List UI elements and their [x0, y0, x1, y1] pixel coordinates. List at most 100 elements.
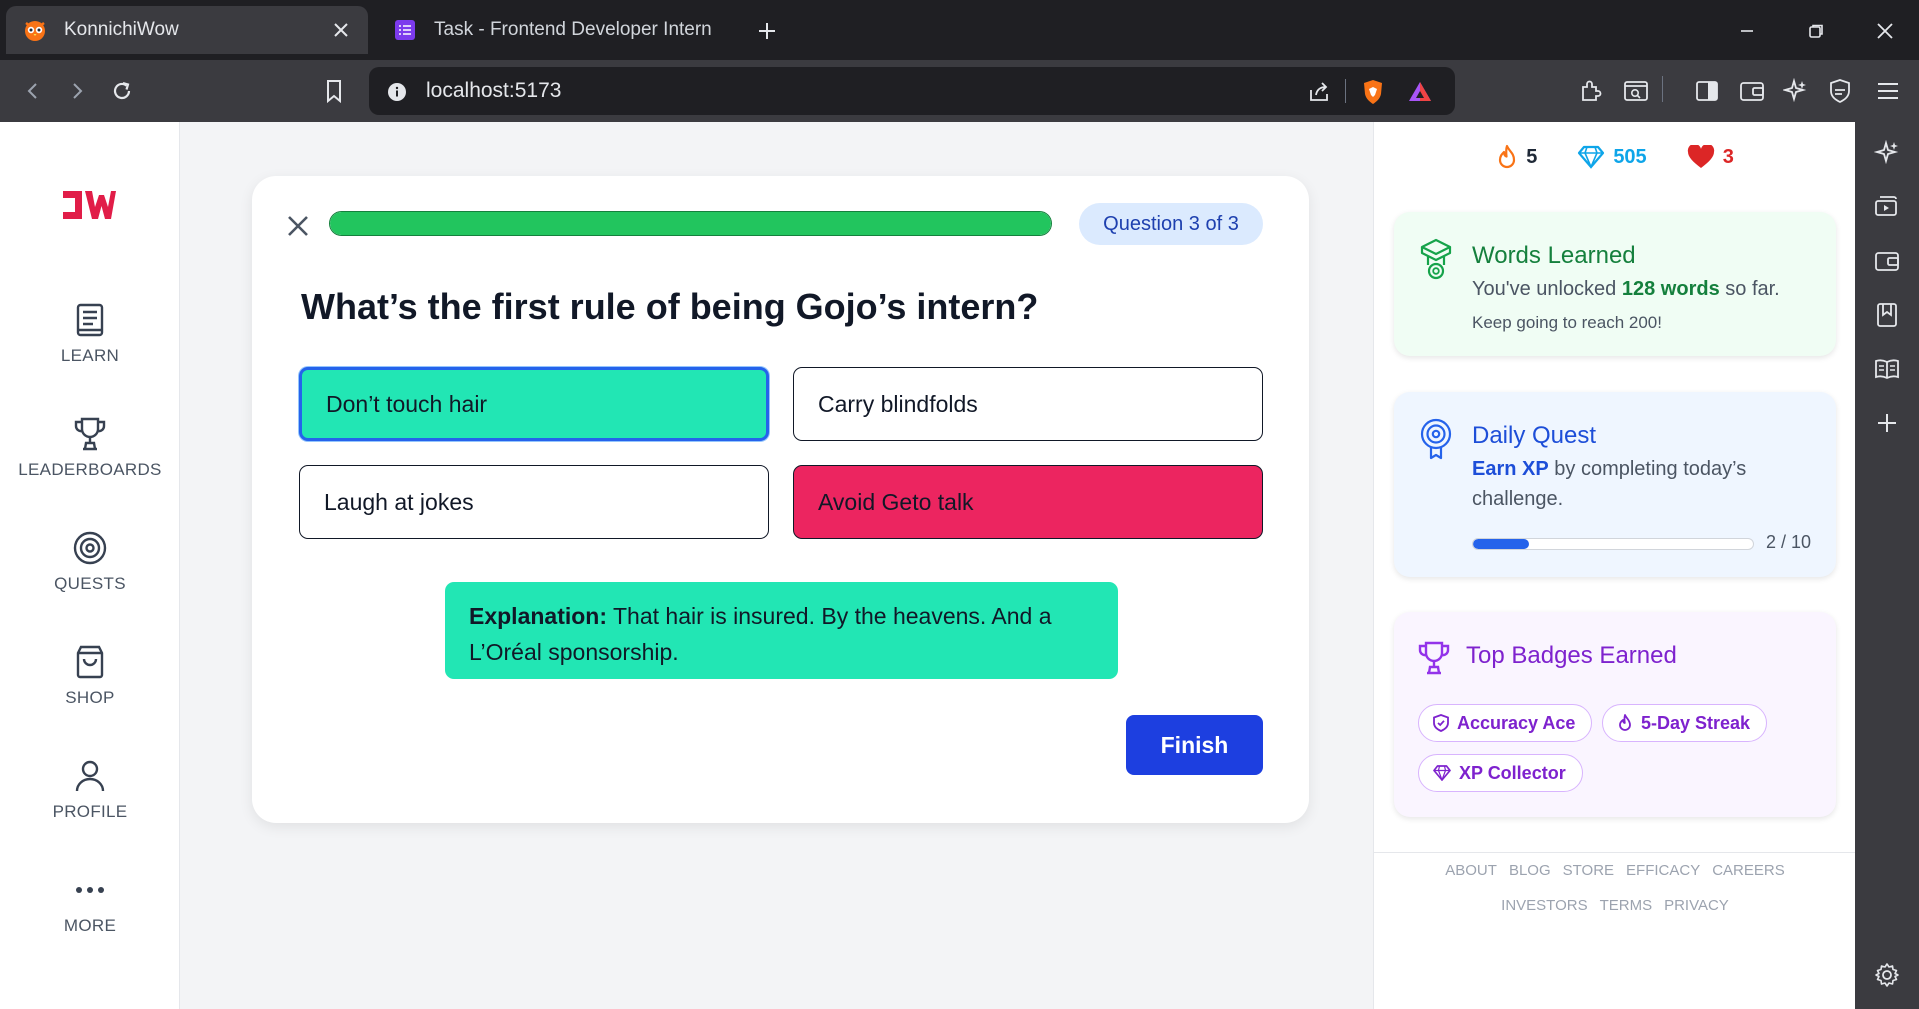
answer-option-label: Laugh at jokes [324, 488, 474, 515]
close-window-icon[interactable] [1868, 14, 1902, 48]
reading-list-icon[interactable] [1872, 354, 1902, 384]
close-quiz-icon[interactable] [280, 208, 316, 244]
back-icon[interactable] [17, 75, 49, 107]
tab-title: Task - Frontend Developer Intern [434, 19, 712, 40]
badge-label: XP Collector [1459, 762, 1566, 783]
document-favicon-icon [392, 17, 418, 43]
reload-icon[interactable] [106, 75, 138, 107]
bookmarks-icon[interactable] [1872, 300, 1902, 330]
share-icon[interactable] [1304, 77, 1334, 107]
nav-label-profile: PROFILE [52, 802, 128, 821]
nav-label-leaderboards: LEADERBOARDS [18, 460, 162, 479]
screenshot-icon[interactable] [1620, 75, 1652, 107]
badge-xp-collector[interactable]: XP Collector [1418, 754, 1583, 792]
streak-stat[interactable]: 5 [1496, 144, 1537, 170]
settings-gear-icon[interactable] [1872, 960, 1902, 990]
wallet-icon[interactable] [1872, 246, 1902, 276]
top-badges-card: Top Badges Earned Accuracy Ace 5-Day Str… [1394, 612, 1836, 817]
words-text-post: so far. [1719, 278, 1780, 300]
media-icon[interactable] [1872, 192, 1902, 222]
trophy-icon [70, 414, 110, 454]
answer-option[interactable]: Don’t touch hair [299, 367, 769, 441]
footer-link-store[interactable]: STORE [1563, 862, 1614, 879]
footer-links-row1: ABOUT BLOG STORE EFFICACY CAREERS [1374, 862, 1856, 879]
tab-konnichiwow[interactable]: KonnichiWow [6, 6, 368, 54]
badge-label: 5-Day Streak [1641, 712, 1751, 733]
rewards-triangle-icon[interactable] [1405, 77, 1435, 107]
shopping-bag-icon [70, 642, 110, 682]
flame-icon [1496, 144, 1518, 170]
footer-link-privacy[interactable]: PRIVACY [1664, 897, 1729, 914]
toolbar-separator [1662, 76, 1663, 102]
gems-stat[interactable]: 505 [1577, 144, 1647, 170]
app-sidebar: LEARN LEADERBOARDS QUESTS SHOP PROFILE M… [0, 122, 180, 1009]
quest-progress-label: 2 / 10 [1766, 532, 1812, 552]
minimize-icon[interactable] [1730, 14, 1764, 48]
footer-link-about[interactable]: ABOUT [1445, 862, 1497, 879]
nav-item-profile[interactable]: PROFILE [0, 756, 180, 822]
vpn-shield-icon[interactable] [1824, 75, 1856, 107]
add-panel-icon[interactable] [1872, 408, 1902, 438]
answer-option[interactable]: Laugh at jokes [299, 465, 769, 539]
words-learned-text: You've unlocked 128 words so far. [1472, 274, 1780, 304]
hearts-count: 3 [1722, 145, 1734, 168]
words-text-pre: You've unlocked [1472, 278, 1622, 300]
words-learned-card: Words Learned You've unlocked 128 words … [1394, 212, 1836, 356]
book-icon [70, 300, 110, 340]
hearts-stat[interactable]: 3 [1687, 144, 1734, 170]
menu-icon[interactable] [1872, 75, 1904, 107]
quiz-card: Question 3 of 3 What’s the first rule of… [252, 176, 1309, 823]
target-icon [70, 528, 110, 568]
new-tab-button[interactable] [752, 16, 782, 46]
footer-link-terms[interactable]: TERMS [1600, 897, 1653, 914]
forward-icon[interactable] [61, 75, 93, 107]
answer-option[interactable]: Avoid Geto talk [793, 465, 1263, 539]
heart-icon [1687, 145, 1715, 169]
footer-link-efficacy[interactable]: EFFICACY [1626, 862, 1700, 879]
footer-divider [1374, 852, 1856, 853]
close-tab-icon[interactable] [330, 19, 352, 41]
address-bar[interactable]: localhost:5173 [369, 67, 1455, 115]
tab-title: KonnichiWow [64, 19, 179, 40]
words-count: 128 words [1621, 278, 1720, 300]
quest-progress-bar [1472, 538, 1754, 550]
nav-item-shop[interactable]: SHOP [0, 642, 180, 708]
badge-5-day-streak[interactable]: 5-Day Streak [1602, 704, 1768, 742]
daily-quest-card: Daily Quest Earn XP by completing today’… [1394, 392, 1836, 577]
omnibox-separator [1345, 79, 1346, 103]
tab-task[interactable]: Task - Frontend Developer Intern [376, 6, 740, 54]
answer-option-label: Don’t touch hair [326, 390, 488, 417]
answer-option-label: Avoid Geto talk [818, 488, 974, 515]
site-info-icon[interactable] [382, 77, 412, 107]
footer-link-investors[interactable]: INVESTORS [1501, 897, 1587, 914]
leo-ai-icon[interactable] [1780, 75, 1812, 107]
nav-item-quests[interactable]: QUESTS [0, 528, 180, 594]
quiz-progress-fill [330, 212, 1051, 235]
question-text: What’s the first rule of being Gojo’s in… [301, 286, 1039, 327]
nav-label-quests: QUESTS [54, 574, 126, 593]
extensions-icon[interactable] [1575, 75, 1607, 107]
browser-sidebar [1855, 122, 1919, 1009]
wallet-icon[interactable] [1736, 75, 1768, 107]
nav-item-learn[interactable]: LEARN [0, 300, 180, 366]
footer-link-blog[interactable]: BLOG [1509, 862, 1551, 879]
nav-label-shop: SHOP [65, 688, 115, 707]
streak-count: 5 [1526, 145, 1538, 168]
bookmark-icon[interactable] [318, 75, 350, 107]
leo-sparkle-icon[interactable] [1872, 138, 1902, 168]
nav-item-leaderboards[interactable]: LEADERBOARDS [0, 414, 180, 480]
quiz-progress-bar [329, 211, 1052, 236]
sidebar-toggle-icon[interactable] [1691, 75, 1723, 107]
footer-link-careers[interactable]: CAREERS [1712, 862, 1785, 879]
answer-option[interactable]: Carry blindfolds [793, 367, 1263, 441]
stats-bar: 5 505 3 [1374, 144, 1856, 170]
brave-shield-icon[interactable] [1358, 77, 1388, 107]
nav-label-learn: LEARN [60, 346, 120, 365]
finish-button[interactable]: Finish [1126, 715, 1263, 775]
restore-icon[interactable] [1799, 14, 1833, 48]
app-logo[interactable] [60, 187, 118, 223]
nav-item-more[interactable]: MORE [0, 870, 180, 936]
quest-target-icon [1418, 418, 1454, 464]
right-panel: 5 505 3 Words Learned You've unlocked 12… [1373, 122, 1856, 1009]
badge-accuracy-ace[interactable]: Accuracy Ace [1418, 704, 1593, 742]
